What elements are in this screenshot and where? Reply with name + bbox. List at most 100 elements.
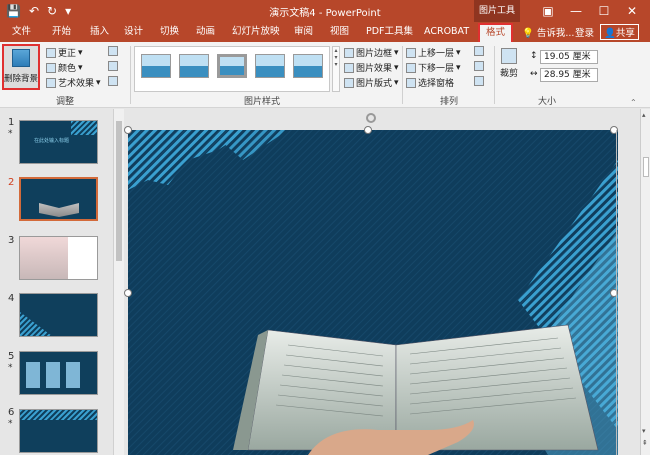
- close-icon[interactable]: ✕: [618, 2, 646, 20]
- picture-tools-label: 图片工具: [474, 0, 520, 22]
- tab-animations[interactable]: 动画: [196, 25, 215, 39]
- send-backward-label: 下移一层: [418, 64, 455, 74]
- compress-pictures-icon[interactable]: [108, 46, 118, 56]
- collapse-ribbon-icon[interactable]: ⌃: [630, 98, 637, 107]
- selection-pane-button[interactable]: 选择窗格: [406, 76, 454, 89]
- border-icon: [344, 47, 354, 58]
- selection-border: [616, 130, 617, 455]
- scroll-thumb[interactable]: [643, 157, 649, 177]
- ribbon-tabs: 文件 开始 插入 设计 切换 动画 幻灯片放映 审阅 视图 PDF工具集 ACR…: [0, 22, 650, 42]
- tell-me-search[interactable]: 💡 告诉我...: [522, 25, 574, 39]
- photo-image: [20, 237, 68, 279]
- slide-thumb-title: 在此处输入标题: [34, 138, 70, 144]
- title-bar: 💾 ↶ ↻ ▾ 演示文稿4 - PowerPoint 图片工具 ▣ — ☐ ✕: [0, 0, 650, 22]
- previous-slide-icon[interactable]: ⇞: [642, 439, 648, 447]
- style-thumb-3[interactable]: [217, 54, 247, 78]
- scroll-down-icon[interactable]: ▾: [642, 427, 646, 435]
- height-field[interactable]: 19.05 厘米: [540, 50, 598, 64]
- change-picture-icon[interactable]: [108, 61, 118, 71]
- artistic-effects-button[interactable]: 艺术效果 ▾: [46, 76, 101, 89]
- thumbnails-scrollbar[interactable]: [113, 109, 124, 455]
- color-label: 颜色: [58, 64, 77, 74]
- tab-view[interactable]: 视图: [330, 25, 349, 39]
- minimize-icon[interactable]: —: [562, 2, 590, 20]
- ribbon-display-icon[interactable]: ▣: [534, 2, 562, 20]
- style-thumb-4[interactable]: [255, 54, 285, 78]
- bring-forward-button[interactable]: 上移一层 ▾: [406, 46, 461, 59]
- person-icon: 👤: [604, 28, 616, 39]
- tab-file[interactable]: 文件: [12, 25, 31, 39]
- group-icon[interactable]: [474, 61, 484, 71]
- width-icon: ↔: [530, 69, 538, 79]
- remove-background-icon: [12, 49, 30, 67]
- styles-group-label: 图片样式: [244, 97, 281, 107]
- image-placeholder: [66, 362, 80, 388]
- bring-forward-label: 上移一层: [418, 49, 455, 59]
- slide-thumbnail-1[interactable]: 在此处输入标题: [19, 120, 98, 164]
- slide-star: *: [8, 129, 13, 139]
- reset-picture-icon[interactable]: [108, 76, 118, 86]
- layout-icon: [344, 77, 354, 88]
- remove-background-label: 删除背景: [4, 74, 39, 84]
- crop-button[interactable]: 裁剪: [500, 48, 518, 79]
- slide-editing-canvas: [124, 109, 640, 455]
- tab-home[interactable]: 开始: [52, 25, 71, 39]
- width-field[interactable]: 28.95 厘米: [540, 68, 598, 82]
- picture-layout-button[interactable]: 图片版式 ▾: [344, 76, 399, 89]
- slide-star: *: [8, 363, 13, 373]
- slide-thumbnail-6[interactable]: [19, 409, 98, 453]
- maximize-icon[interactable]: ☐: [590, 2, 618, 20]
- gallery-scroll[interactable]: ▴ ▾ ▾: [332, 46, 340, 92]
- image-placeholder: [26, 362, 40, 388]
- selection-pane-label: 选择窗格: [418, 79, 455, 89]
- current-slide[interactable]: [128, 130, 618, 455]
- align-icon[interactable]: [474, 46, 484, 56]
- canvas-scrollbar[interactable]: ▴ ▾ ⇞: [640, 109, 650, 455]
- slide-thumbnail-5[interactable]: [19, 351, 98, 395]
- tab-acrobat[interactable]: ACROBAT: [424, 25, 469, 39]
- slide-background-graphics: [128, 130, 618, 455]
- scroll-thumb[interactable]: [116, 121, 122, 261]
- scroll-up-icon[interactable]: ▴: [642, 111, 646, 119]
- login-link[interactable]: 登录: [575, 25, 594, 39]
- group-separator: [130, 46, 131, 104]
- tell-me-label: 告诉我...: [536, 28, 575, 39]
- window-controls: ▣ — ☐ ✕: [534, 2, 646, 20]
- rotate-icon[interactable]: [474, 76, 484, 86]
- tab-slideshow[interactable]: 幻灯片放映: [232, 25, 280, 39]
- artistic-label: 艺术效果: [58, 79, 95, 89]
- slide-thumbnail-3[interactable]: [19, 236, 98, 280]
- slide-thumbnail-4[interactable]: [19, 293, 98, 337]
- remove-background-button[interactable]: 删除背景: [2, 44, 40, 90]
- send-backward-icon: [406, 62, 416, 73]
- resize-handle-top-left[interactable]: [124, 126, 132, 134]
- crop-icon: [501, 48, 517, 64]
- resize-handle-left[interactable]: [124, 289, 132, 297]
- sun-icon: [46, 47, 56, 58]
- rotate-handle[interactable]: [366, 113, 376, 123]
- style-thumb-2[interactable]: [179, 54, 209, 78]
- tab-review[interactable]: 审阅: [294, 25, 313, 39]
- tab-transitions[interactable]: 切换: [160, 25, 179, 39]
- stripe-decoration: [20, 312, 52, 336]
- corrections-button[interactable]: 更正 ▾: [46, 46, 83, 59]
- slide-number: 6: [8, 407, 15, 418]
- tab-design[interactable]: 设计: [124, 25, 143, 39]
- slide-number: 3: [8, 235, 15, 246]
- picture-border-button[interactable]: 图片边框 ▾: [344, 46, 399, 59]
- picture-effects-button[interactable]: 图片效果 ▾: [344, 61, 399, 74]
- style-thumb-5[interactable]: [293, 54, 323, 78]
- slide-thumbnail-2[interactable]: [19, 177, 98, 221]
- resize-handle-top[interactable]: [364, 126, 372, 134]
- tab-format[interactable]: 格式: [478, 23, 514, 42]
- color-button[interactable]: 颜色 ▾: [46, 61, 83, 74]
- tab-insert[interactable]: 插入: [90, 25, 109, 39]
- stripe-decoration: [20, 410, 97, 420]
- send-backward-button[interactable]: 下移一层 ▾: [406, 61, 461, 74]
- style-thumb-1[interactable]: [141, 54, 171, 78]
- book-image: [39, 203, 79, 217]
- slide-thumbnails-panel: 1 * 在此处输入标题 2 3 4 5 * 6 *: [0, 109, 113, 455]
- size-group-label: 大小: [538, 97, 557, 107]
- share-button[interactable]: 👤共享: [600, 24, 639, 40]
- tab-pdf[interactable]: PDF工具集: [366, 25, 413, 39]
